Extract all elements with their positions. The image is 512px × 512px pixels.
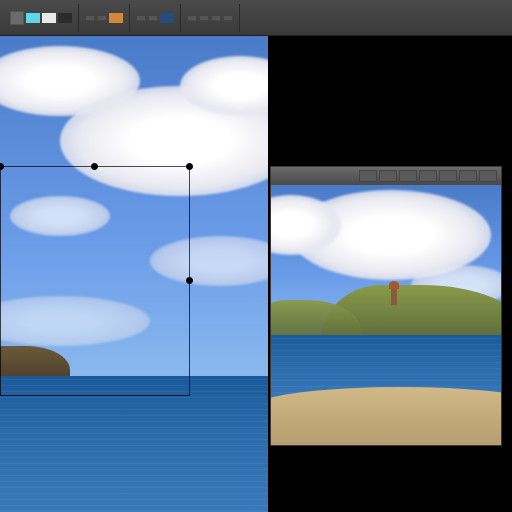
color-swatch-orange[interactable] [109, 13, 123, 23]
selection-handle-tr[interactable] [186, 163, 193, 170]
panel-button[interactable] [399, 170, 417, 182]
main-canvas[interactable] [0, 36, 268, 512]
preview-sky [271, 185, 501, 335]
preview-foreground [271, 335, 501, 445]
tool-icon[interactable] [10, 11, 24, 25]
maximize-button[interactable] [459, 170, 477, 182]
toolbar-button[interactable] [136, 15, 146, 21]
selection-handle-mr[interactable] [186, 277, 193, 284]
selection-handle-tl[interactable] [0, 163, 4, 170]
toolbar-button[interactable] [97, 15, 107, 21]
workspace [0, 36, 512, 512]
selection-frame[interactable] [0, 166, 190, 396]
toolbar-button[interactable] [223, 15, 233, 21]
preview-panel[interactable] [270, 166, 502, 446]
toolbar-button[interactable] [85, 15, 95, 21]
toolbar-button[interactable] [199, 15, 209, 21]
panel-button[interactable] [359, 170, 377, 182]
minimize-button[interactable] [439, 170, 457, 182]
toolbar-button[interactable] [211, 15, 221, 21]
panel-titlebar[interactable] [271, 167, 501, 185]
sea-region [0, 376, 268, 512]
preview-image [271, 185, 501, 445]
toolbar-group-swatches [4, 4, 79, 32]
toolbar-group-b [79, 4, 130, 32]
toolbar-button[interactable] [148, 15, 158, 21]
toolbar-group-c [130, 4, 181, 32]
panel-button[interactable] [379, 170, 397, 182]
toolbar-button[interactable] [187, 15, 197, 21]
lighthouse-icon [391, 287, 397, 305]
panel-window-controls [359, 170, 497, 182]
panel-button[interactable] [419, 170, 437, 182]
color-swatch-cyan[interactable] [26, 13, 40, 23]
selection-handle-tm[interactable] [91, 163, 98, 170]
top-toolbar [0, 0, 512, 36]
color-swatch-white[interactable] [42, 13, 56, 23]
color-swatch-dark[interactable] [58, 13, 72, 23]
close-button[interactable] [479, 170, 497, 182]
color-swatch-blue[interactable] [160, 13, 174, 23]
toolbar-group-d [181, 4, 240, 32]
beach [271, 387, 501, 445]
